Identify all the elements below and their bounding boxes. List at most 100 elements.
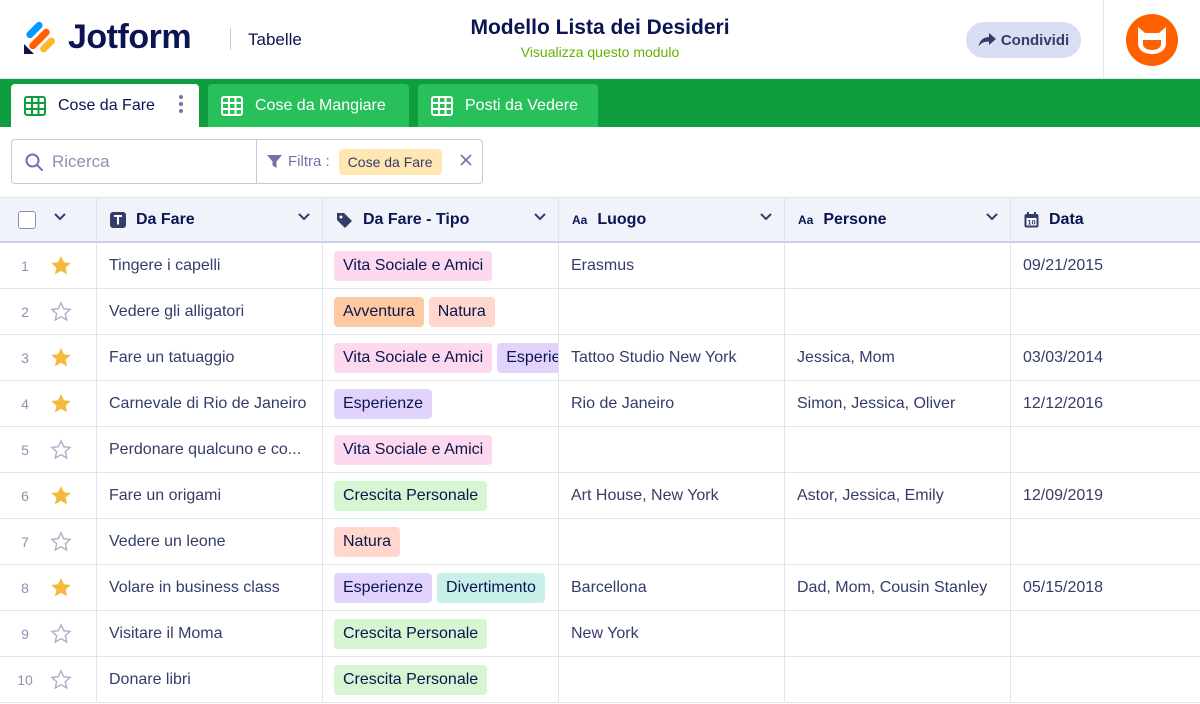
table-row[interactable]: 7 Vedere un leone Natura (0, 519, 1200, 565)
cell-persone[interactable] (785, 243, 1011, 288)
share-button[interactable]: Condividi (966, 22, 1081, 58)
column-header-luogo[interactable]: Aa Luogo (559, 198, 785, 242)
cell-persone[interactable]: Jessica, Mom (785, 335, 1011, 380)
star-outline-icon[interactable] (50, 669, 72, 690)
row-select-cell[interactable]: 8 (0, 565, 97, 610)
star-outline-icon[interactable] (50, 301, 72, 322)
cell-persone[interactable] (785, 519, 1011, 564)
search-input[interactable] (52, 150, 252, 174)
column-header-data[interactable]: 10 Data (1011, 198, 1200, 242)
cell-luogo[interactable]: New York (559, 611, 785, 656)
cell-persone[interactable] (785, 657, 1011, 702)
star-outline-icon[interactable] (50, 439, 72, 460)
cell-data[interactable] (1011, 611, 1200, 656)
cell-persone[interactable]: Astor, Jessica, Emily (785, 473, 1011, 518)
jotform-logo[interactable]: Jotform (22, 18, 192, 57)
table-row[interactable]: 2 Vedere gli alligatori Avventura Natura (0, 289, 1200, 335)
cell-persone[interactable] (785, 611, 1011, 656)
chevron-down-icon[interactable] (760, 213, 772, 221)
cell-persone[interactable]: Dad, Mom, Cousin Stanley (785, 565, 1011, 610)
row-select-cell[interactable]: 4 (0, 381, 97, 426)
table-row[interactable]: 6 Fare un origami Crescita Personale Art Ho… (0, 473, 1200, 519)
cell-tipo[interactable]: Crescita Personale (323, 657, 559, 702)
cell-tipo[interactable]: Avventura Natura (323, 289, 559, 334)
table-row[interactable]: 5 Perdonare qualcuno e co... Vita Sociale … (0, 427, 1200, 473)
star-outline-icon[interactable] (50, 531, 72, 552)
row-select-cell[interactable]: 7 (0, 519, 97, 564)
cell-da-fare[interactable]: Carnevale di Rio de Janeiro (97, 381, 323, 426)
cell-luogo[interactable]: Erasmus (559, 243, 785, 288)
cell-da-fare[interactable]: Volare in business class (97, 565, 323, 610)
column-header-persone[interactable]: Aa Persone (785, 198, 1011, 242)
star-filled-icon[interactable] (50, 577, 72, 598)
tab-posti-da-vedere[interactable]: Posti da Vedere (418, 84, 598, 127)
tab-options-icon[interactable] (179, 95, 183, 116)
cell-da-fare[interactable]: Donare libri (97, 657, 323, 702)
cell-luogo[interactable] (559, 427, 785, 472)
cell-da-fare[interactable]: Fare un origami (97, 473, 323, 518)
cell-luogo[interactable] (559, 519, 785, 564)
table-row[interactable]: 9 Visitare il Moma Crescita Personale New Y… (0, 611, 1200, 657)
row-select-cell[interactable]: 2 (0, 289, 97, 334)
cell-tipo[interactable]: Vita Sociale e Amici (323, 243, 559, 288)
row-select-cell[interactable]: 3 (0, 335, 97, 380)
chevron-down-icon[interactable] (986, 213, 998, 221)
cell-data[interactable]: 05/15/2018 (1011, 565, 1200, 610)
chevron-down-icon[interactable] (54, 213, 66, 221)
cell-luogo[interactable] (559, 657, 785, 702)
chevron-down-icon[interactable] (298, 213, 310, 221)
cell-tipo[interactable]: Esperienze (323, 381, 559, 426)
cell-da-fare[interactable]: Vedere un leone (97, 519, 323, 564)
cell-luogo[interactable] (559, 289, 785, 334)
user-avatar[interactable] (1126, 14, 1178, 66)
row-select-cell[interactable]: 5 (0, 427, 97, 472)
cell-data[interactable] (1011, 289, 1200, 334)
cell-tipo[interactable]: Crescita Personale (323, 473, 559, 518)
cell-persone[interactable]: Simon, Jessica, Oliver (785, 381, 1011, 426)
cell-data[interactable]: 09/21/2015 (1011, 243, 1200, 288)
cell-data[interactable]: 12/09/2019 (1011, 473, 1200, 518)
view-form-link[interactable]: Visualizza questo modulo (400, 44, 800, 60)
row-select-cell[interactable]: 6 (0, 473, 97, 518)
star-filled-icon[interactable] (50, 485, 72, 506)
cell-data[interactable] (1011, 427, 1200, 472)
cell-da-fare[interactable]: Tingere i capelli (97, 243, 323, 288)
cell-luogo[interactable]: Rio de Janeiro (559, 381, 785, 426)
table-row[interactable]: 10 Donare libri Crescita Personale (0, 657, 1200, 703)
cell-tipo[interactable]: Vita Sociale e AmiciEsperienze (323, 335, 559, 380)
star-outline-icon[interactable] (50, 623, 72, 644)
row-select-cell[interactable]: 1 (0, 243, 97, 288)
clear-filter-icon[interactable] (459, 153, 473, 167)
cell-da-fare[interactable]: Fare un tatuaggio (97, 335, 323, 380)
table-row[interactable]: 1 Tingere i capelli Vita Sociale e Amici Er… (0, 243, 1200, 289)
table-row[interactable]: 3 Fare un tatuaggio Vita Sociale e Amici Es… (0, 335, 1200, 381)
select-all-checkbox[interactable] (18, 211, 36, 229)
cell-luogo[interactable]: Barcellona (559, 565, 785, 610)
cell-data[interactable]: 12/12/2016 (1011, 381, 1200, 426)
cell-data[interactable] (1011, 519, 1200, 564)
cell-persone[interactable] (785, 427, 1011, 472)
cell-luogo[interactable]: Art House, New York (559, 473, 785, 518)
tab-cose-da-mangiare[interactable]: Cose da Mangiare (208, 84, 409, 127)
star-filled-icon[interactable] (50, 255, 72, 276)
cell-data[interactable] (1011, 657, 1200, 702)
tab-cose-da-fare[interactable]: Cose da Fare (11, 84, 199, 127)
cell-da-fare[interactable]: Perdonare qualcuno e co... (97, 427, 323, 472)
cell-persone[interactable] (785, 289, 1011, 334)
row-select-cell[interactable]: 10 (0, 657, 97, 702)
table-row[interactable]: 4 Carnevale di Rio de Janeiro Esperienze Ri… (0, 381, 1200, 427)
cell-data[interactable]: 03/03/2014 (1011, 335, 1200, 380)
table-row[interactable]: 8 Volare in business class Esperienze Diver… (0, 565, 1200, 611)
star-filled-icon[interactable] (50, 347, 72, 368)
cell-da-fare[interactable]: Visitare il Moma (97, 611, 323, 656)
filter-chip[interactable]: Cose da Fare (338, 148, 442, 175)
cell-tipo[interactable]: Natura (323, 519, 559, 564)
row-select-cell[interactable]: 9 (0, 611, 97, 656)
cell-tipo[interactable]: Vita Sociale e Amici (323, 427, 559, 472)
chevron-down-icon[interactable] (534, 213, 546, 221)
cell-luogo[interactable]: Tattoo Studio New York (559, 335, 785, 380)
star-filled-icon[interactable] (50, 393, 72, 414)
cell-tipo[interactable]: Esperienze Divertimento (323, 565, 559, 610)
column-header-da-fare[interactable]: Da Fare (97, 198, 323, 242)
column-header-tipo[interactable]: Da Fare - Tipo (323, 198, 559, 242)
